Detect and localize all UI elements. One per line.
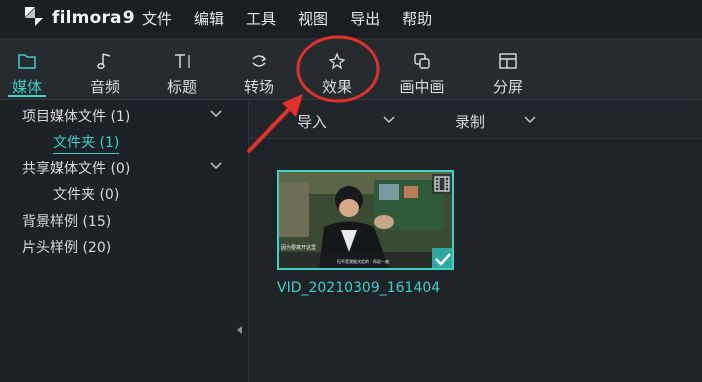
tab-transitions[interactable]: 转场 (240, 39, 278, 99)
resource-toolbar: 媒体 音频 标题 转场 效果 画中画 分屏 (0, 39, 702, 100)
title-bar: filmora9 文件 编辑 工具 视图 导出 帮助 (0, 0, 702, 39)
tab-audio[interactable]: 音频 (86, 39, 124, 99)
record-dropdown[interactable]: 录制 (455, 111, 485, 132)
menu-tools[interactable]: 工具 (246, 8, 276, 29)
sidebar-item-folder-1[interactable]: 文件夹 (1) (53, 132, 120, 154)
sidebar-item-intro-samples[interactable]: 片头样例 (20) (22, 237, 111, 257)
filmora-logo (25, 7, 43, 26)
film-strip-icon (432, 174, 452, 194)
chevron-down-icon[interactable] (524, 116, 536, 124)
sidebar-item-project-media[interactable]: 项目媒体文件 (1) (22, 106, 130, 126)
tab-audio-label: 音频 (89, 78, 120, 96)
media-item-name[interactable]: VID_20210309_161404 (277, 280, 440, 296)
import-dropdown[interactable]: 导入 (297, 111, 327, 132)
menu-file[interactable]: 文件 (142, 8, 172, 29)
chevron-down-icon[interactable] (210, 162, 222, 170)
tab-transitions-label: 转场 (243, 78, 274, 96)
music-note-icon (97, 53, 111, 69)
tab-split-screen[interactable]: 分屏 (489, 39, 527, 99)
tab-pip[interactable]: 画中画 (396, 39, 448, 99)
subtitle-line-1: 因为要离开这里 (281, 245, 317, 251)
subtitle-line-2: 但不是我能决定的 · 再说一遍 (337, 259, 389, 264)
text-title-icon (175, 54, 190, 68)
sidebar-item-background-samples[interactable]: 背景样例 (15) (22, 211, 111, 231)
menu-export[interactable]: 导出 (350, 8, 380, 29)
tab-pip-label: 画中画 (399, 78, 445, 96)
pip-icon (414, 53, 430, 69)
effects-sparkle-icon (328, 52, 346, 70)
menu-edit[interactable]: 编辑 (194, 8, 224, 29)
transition-icon (252, 55, 267, 67)
sidebar-item-shared-media[interactable]: 共享媒体文件 (0) (22, 158, 130, 178)
menu-view[interactable]: 视图 (298, 8, 328, 29)
split-screen-icon (499, 53, 517, 69)
tab-media[interactable]: 媒体 (8, 39, 46, 99)
tab-titles-label: 标题 (166, 78, 197, 96)
menu-help[interactable]: 帮助 (402, 8, 432, 29)
folder-icon (18, 54, 36, 69)
tab-media-label: 媒体 (11, 78, 42, 96)
media-thumbnail[interactable]: 因为要离开这里 但不是我能决定的 · 再说一遍 (277, 170, 454, 270)
app-brand: filmora9 (52, 8, 135, 28)
brand-name: filmora (52, 8, 122, 28)
chevron-down-icon[interactable] (210, 110, 222, 118)
checkmark-icon (432, 248, 452, 268)
chevron-down-icon[interactable] (383, 116, 395, 124)
video-frame-image (279, 172, 452, 268)
tab-titles[interactable]: 标题 (163, 39, 201, 99)
sidebar-item-folder-0[interactable]: 文件夹 (0) (53, 184, 119, 204)
tab-effects-label: 效果 (321, 78, 352, 96)
tab-effects[interactable]: 效果 (318, 39, 356, 99)
tab-split-screen-label: 分屏 (492, 78, 523, 96)
brand-version: 9 (122, 8, 135, 28)
collapse-sidebar-icon[interactable] (237, 326, 243, 334)
menu-bar: 文件 编辑 工具 视图 导出 帮助 (142, 8, 432, 29)
